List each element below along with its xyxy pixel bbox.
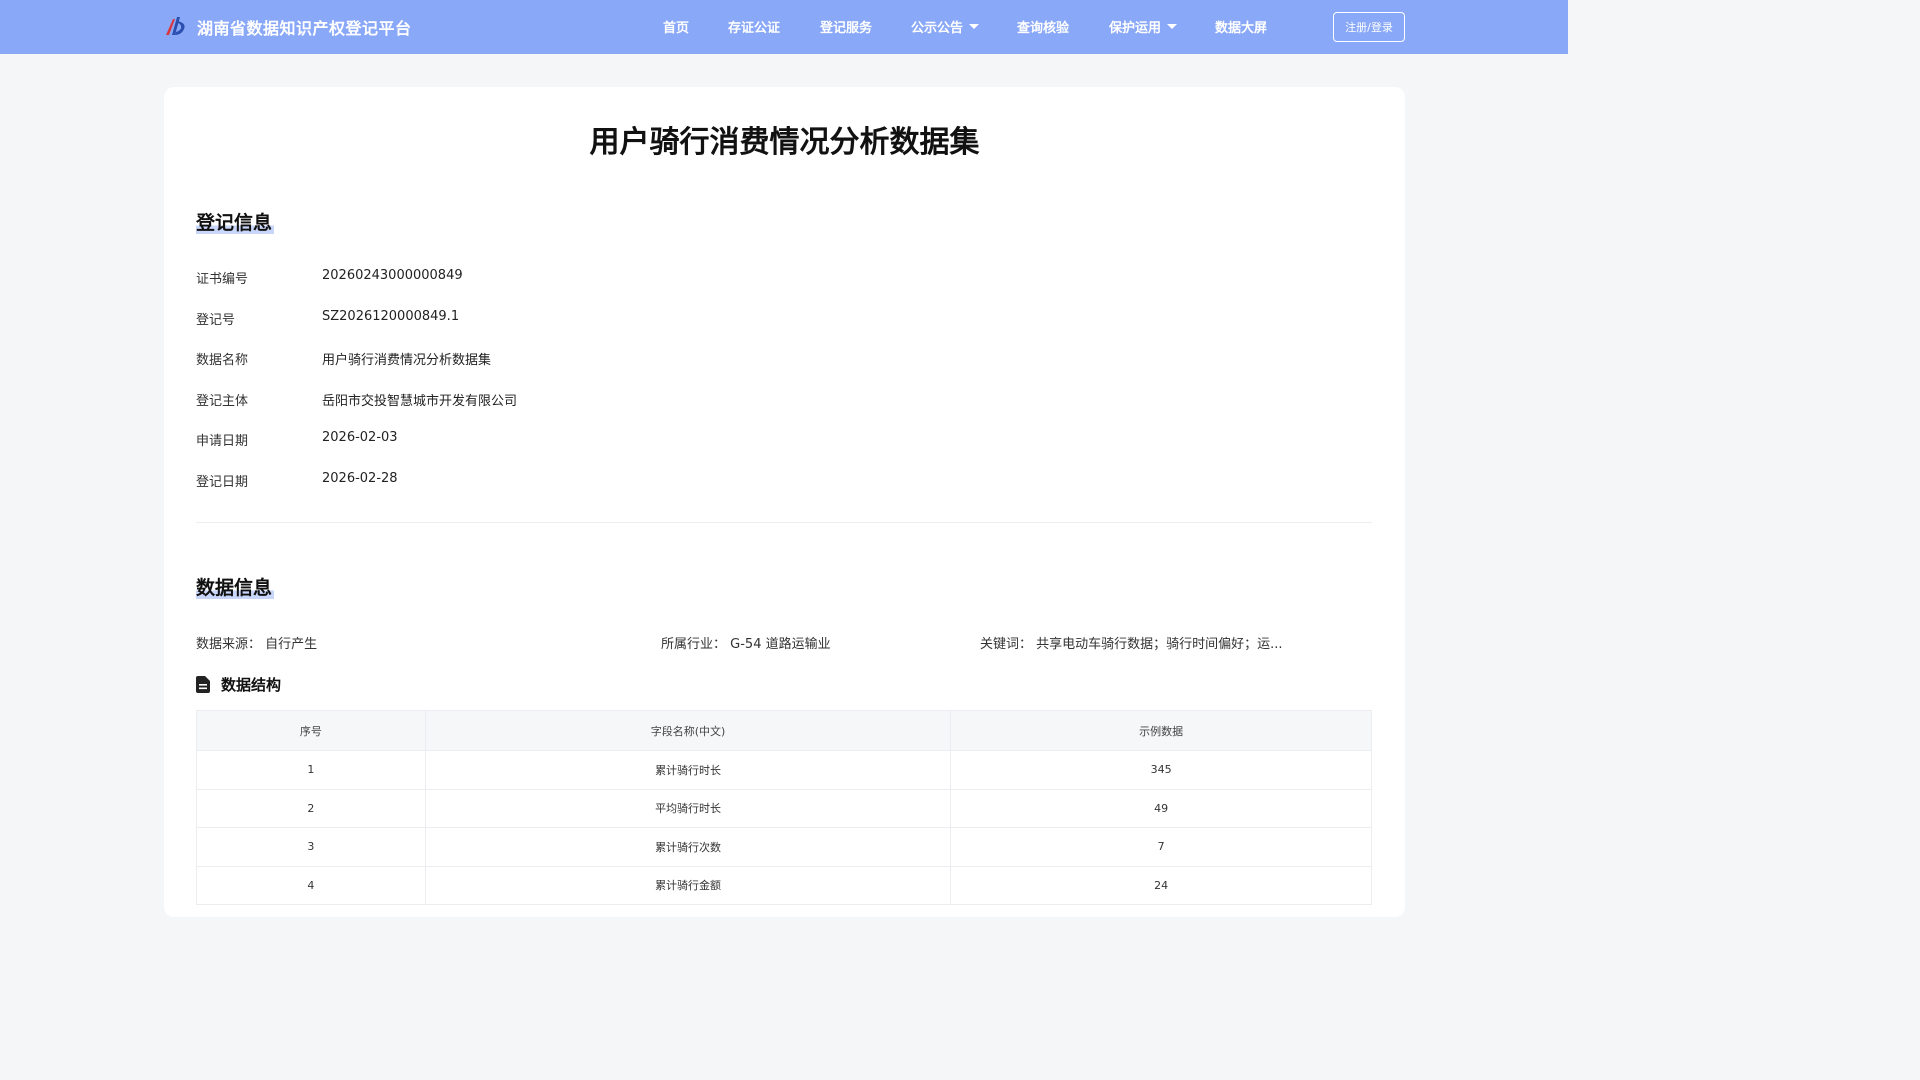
nav-registration-service[interactable]: 登记服务	[820, 17, 872, 36]
data-source: 数据来源： 自行产生	[196, 633, 317, 652]
cell-field-name: 累计骑行次数	[424, 827, 952, 867]
keywords-label: 关键词：	[980, 637, 1033, 652]
nav-public-notice-label: 公示公告	[911, 21, 964, 36]
table-row: 2 平均骑行时长 49	[196, 788, 1372, 828]
keywords-value: 共享电动车骑行数据；骑行时间偏好；运...	[1036, 637, 1283, 652]
nav-registration-service-label: 登记服务	[820, 21, 873, 36]
data-structure-table: 序号 字段名称(中文) 示例数据 1 累计骑行时长 345 2 平均骑行时长 4…	[196, 710, 1372, 905]
table-row: 1 累计骑行时长 345	[196, 750, 1372, 790]
cell-field-name: 累计骑行时长	[424, 750, 952, 790]
table-row: 4 累计骑行金额 24	[196, 865, 1372, 905]
nav-protection-use[interactable]: 保护运用	[1109, 17, 1178, 36]
nav-query-verify[interactable]: 查询核验	[1017, 17, 1069, 36]
data-info-section-title: 数据信息	[196, 573, 275, 600]
registration-number-label: 登记号	[196, 313, 236, 328]
brand[interactable]: 湖南省数据知识产权登记平台	[163, 14, 412, 40]
cell-sample-data: 7	[950, 827, 1372, 867]
cell-index: 4	[196, 865, 426, 905]
registrant-label: 登记主体	[196, 394, 249, 409]
table-row: 3 累计骑行次数 7	[196, 827, 1372, 867]
data-info-section-title-text: 数据信息	[196, 577, 275, 599]
nav-protection-use-label: 保护运用	[1109, 21, 1162, 36]
data-name-value: 用户骑行消费情况分析数据集	[322, 353, 492, 368]
certificate-number-value: 20260243000000849	[322, 268, 463, 283]
register-login-button[interactable]: 注册/登录	[1333, 12, 1405, 42]
table-header-row: 序号 字段名称(中文) 示例数据	[196, 710, 1372, 751]
cell-sample-data: 24	[950, 865, 1372, 905]
registrant-value: 岳阳市交投智慧城市开发有限公司	[322, 394, 518, 409]
data-name-label: 数据名称	[196, 353, 249, 368]
registration-section-title-text: 登记信息	[196, 212, 275, 234]
application-date-label: 申请日期	[196, 434, 249, 449]
registration-date-label: 登记日期	[196, 475, 249, 490]
content-card: 用户骑行消费情况分析数据集 登记信息 证书编号 2026024300000084…	[164, 87, 1405, 917]
cell-index: 3	[196, 827, 426, 867]
brand-title: 湖南省数据知识产权登记平台	[197, 19, 412, 38]
registration-date-value: 2026-02-28	[322, 471, 398, 486]
application-date-value: 2026-02-03	[322, 430, 398, 445]
nav-evidence-notary-label: 存证公证	[728, 21, 781, 36]
column-header-field-name: 字段名称(中文)	[424, 710, 952, 751]
nav-data-screen-label: 数据大屏	[1215, 21, 1268, 36]
keywords: 关键词： 共享电动车骑行数据；骑行时间偏好；运...	[980, 633, 1283, 652]
chevron-down-icon	[1167, 24, 1178, 29]
cell-index: 1	[196, 750, 426, 790]
data-source-value: 自行产生	[265, 637, 318, 652]
brand-logo-icon	[166, 17, 185, 35]
industry: 所属行业： G-54 道路运输业	[661, 633, 831, 652]
industry-label: 所属行业：	[661, 637, 727, 652]
column-header-sample-data: 示例数据	[950, 710, 1372, 751]
nav-public-notice[interactable]: 公示公告	[911, 17, 980, 36]
registration-section-title: 登记信息	[196, 208, 275, 235]
data-structure-title: 数据结构	[221, 676, 282, 694]
nav-home[interactable]: 首页	[663, 17, 689, 36]
top-navbar: 湖南省数据知识产权登记平台 首页 存证公证 登记服务 公示公告 查询核验 保护运…	[0, 0, 1568, 54]
data-source-label: 数据来源：	[196, 637, 262, 652]
industry-value: G-54 道路运输业	[730, 637, 831, 652]
nav-query-verify-label: 查询核验	[1017, 21, 1070, 36]
column-header-index: 序号	[196, 710, 426, 751]
data-structure-heading: 数据结构	[196, 674, 281, 695]
nav-home-label: 首页	[663, 21, 690, 36]
document-icon	[196, 676, 210, 693]
section-divider	[196, 522, 1372, 523]
registration-number-value: SZ2026120000849.1	[322, 309, 460, 324]
cell-field-name: 累计骑行金额	[424, 865, 952, 905]
cell-sample-data: 345	[950, 750, 1372, 790]
cell-sample-data: 49	[950, 788, 1372, 828]
nav-evidence-notary[interactable]: 存证公证	[728, 17, 780, 36]
cell-index: 2	[196, 788, 426, 828]
chevron-down-icon	[969, 24, 980, 29]
nav-data-screen[interactable]: 数据大屏	[1215, 17, 1267, 36]
certificate-number-label: 证书编号	[196, 272, 249, 287]
page-title: 用户骑行消费情况分析数据集	[589, 125, 980, 160]
cell-field-name: 平均骑行时长	[424, 788, 952, 828]
